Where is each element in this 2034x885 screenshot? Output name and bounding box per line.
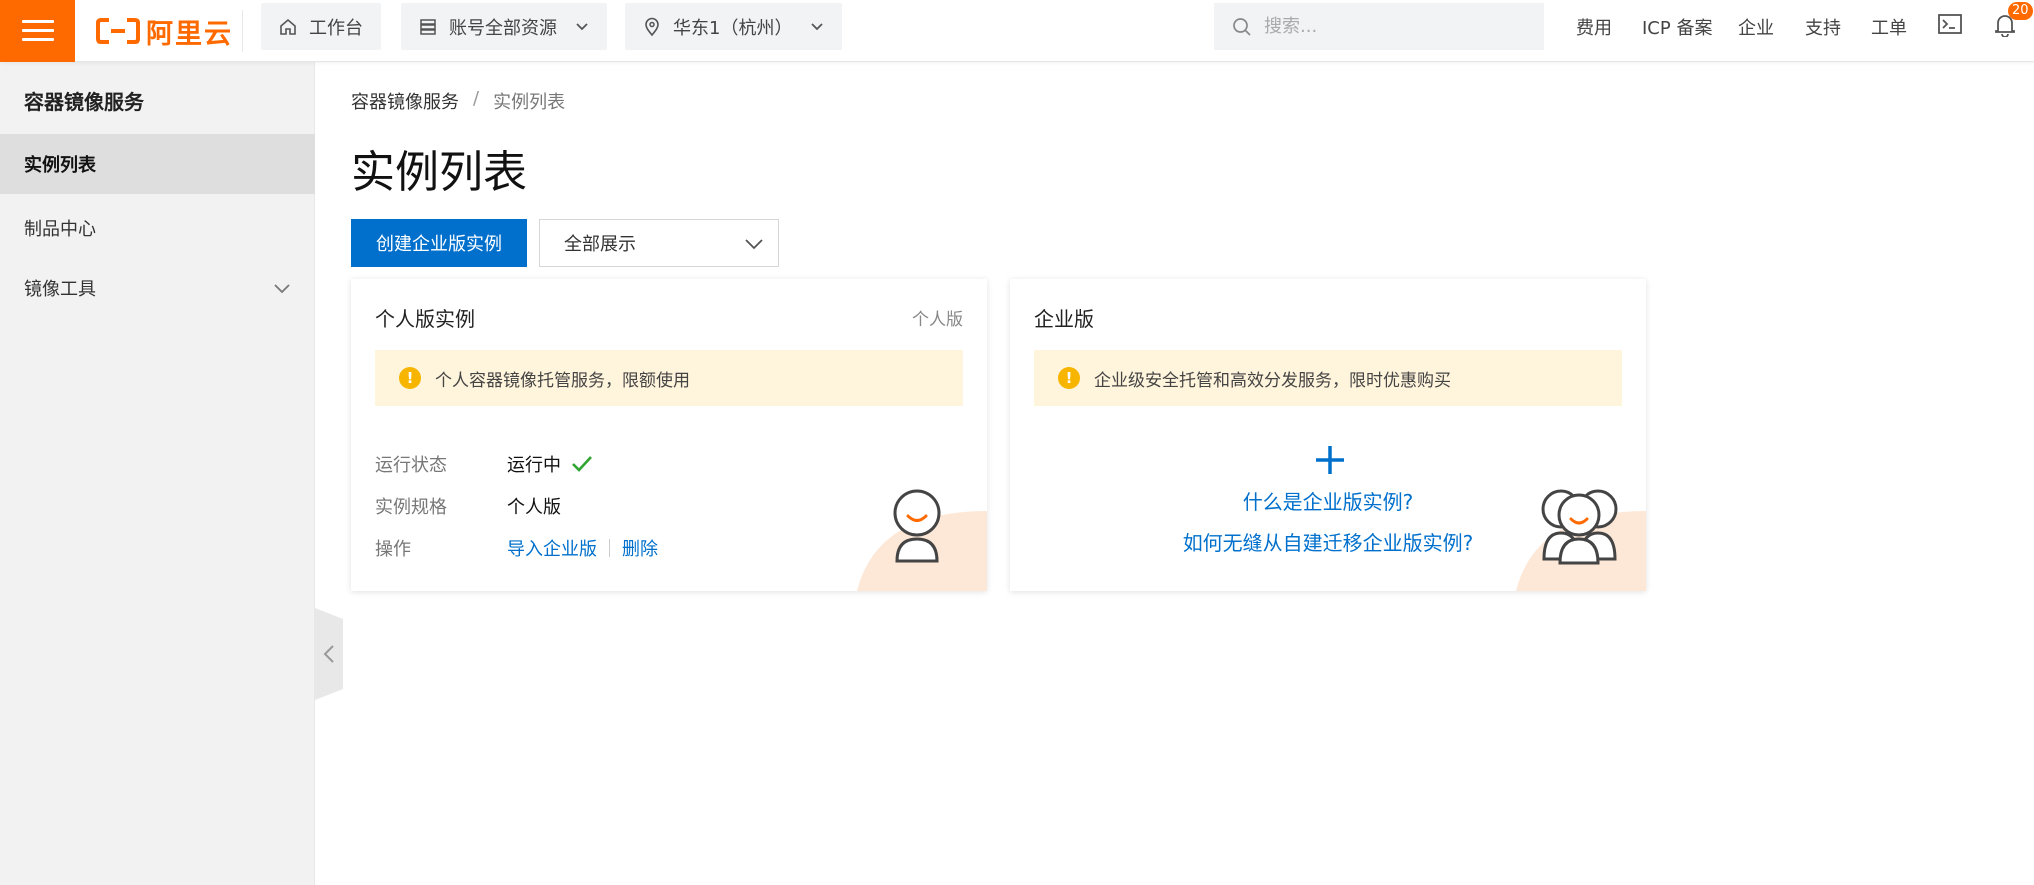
- region-label: 华东1（杭州）: [673, 17, 793, 39]
- chevron-down-icon: [576, 22, 588, 30]
- single-user-illustration: [857, 489, 987, 591]
- nav-enterprise[interactable]: 企业: [1738, 14, 1774, 40]
- notice-text: 企业级安全托管和高效分发服务，限时优惠购买: [1094, 370, 1451, 391]
- notice-banner: ! 企业级安全托管和高效分发服务，限时优惠购买: [1034, 350, 1622, 406]
- hamburger-menu-button[interactable]: [0, 0, 75, 62]
- edition-tag: 个人版: [912, 310, 963, 330]
- region-dropdown[interactable]: 华东1（杭州）: [625, 3, 843, 50]
- nav-icp-filing[interactable]: ICP 备案: [1642, 14, 1712, 40]
- top-navigation-bar: 阿里云 工作台 账号全部资源 华东1（杭州） 费用 ICP 备案 企业 支持 工…: [0, 0, 2034, 62]
- chevron-down-icon: [811, 22, 824, 30]
- workbench-button[interactable]: 工作台: [261, 3, 381, 50]
- aliyun-logo-icon: [96, 18, 140, 44]
- create-enterprise-instance-button[interactable]: 创建企业版实例: [351, 219, 527, 267]
- spec-value: 个人版: [507, 497, 561, 518]
- warning-icon: !: [399, 367, 421, 389]
- filter-select[interactable]: 全部展示: [539, 219, 779, 267]
- sidebar-item-artifacts[interactable]: 制品中心: [0, 198, 315, 258]
- global-search[interactable]: [1214, 3, 1544, 50]
- status-label: 运行状态: [375, 455, 447, 476]
- server-icon: [420, 18, 436, 35]
- notice-banner: ! 个人容器镜像托管服务，限额使用: [375, 350, 963, 406]
- breadcrumb-current: 实例列表: [493, 92, 566, 113]
- filter-select-value: 全部展示: [564, 234, 636, 255]
- sidebar-item-image-tools[interactable]: 镜像工具: [0, 258, 315, 318]
- resources-label: 账号全部资源: [449, 17, 557, 39]
- search-icon: [1233, 17, 1251, 36]
- aliyun-logo[interactable]: 阿里云: [96, 12, 233, 50]
- sidebar-item-instances[interactable]: 实例列表: [0, 134, 315, 194]
- enterprise-instance-card: 企业版 ! 企业级安全托管和高效分发服务，限时优惠购买 什么是企业版实例? 如何…: [1010, 279, 1646, 591]
- logo-text: 阿里云: [146, 18, 233, 50]
- notice-text: 个人容器镜像托管服务，限额使用: [435, 370, 690, 391]
- spec-label: 实例规格: [375, 497, 447, 518]
- nav-support[interactable]: 支持: [1805, 14, 1841, 40]
- nav-billing[interactable]: 费用: [1576, 14, 1612, 40]
- home-icon: [280, 18, 296, 35]
- status-value: 运行中: [507, 451, 593, 477]
- divider: [242, 10, 243, 52]
- plus-icon[interactable]: [1315, 445, 1345, 475]
- sidebar-collapse-handle[interactable]: [315, 608, 343, 700]
- operations-label: 操作: [375, 539, 411, 560]
- breadcrumb: 容器镜像服务 / 实例列表: [351, 88, 565, 114]
- warning-icon: !: [1058, 367, 1080, 389]
- workbench-label: 工作台: [309, 17, 363, 39]
- resources-dropdown[interactable]: 账号全部资源: [401, 3, 607, 50]
- operations-links: 导入企业版 删除: [507, 535, 658, 561]
- personal-instance-card: 个人版实例 个人版 ! 个人容器镜像托管服务，限额使用 运行状态 运行中 实例规…: [351, 279, 987, 591]
- sidebar-item-label: 实例列表: [24, 155, 96, 176]
- chevron-left-icon: [323, 645, 334, 663]
- card-title: 个人版实例: [375, 307, 475, 331]
- nav-ticket[interactable]: 工单: [1871, 14, 1907, 40]
- check-icon: [572, 456, 592, 472]
- team-users-illustration: [1516, 489, 1646, 591]
- card-title: 企业版: [1034, 307, 1094, 331]
- breadcrumb-root[interactable]: 容器镜像服务: [351, 88, 459, 114]
- menu-icon: [21, 20, 54, 42]
- page-title: 实例列表: [351, 147, 527, 198]
- chevron-down-icon: [274, 284, 290, 294]
- sidebar-item-label: 镜像工具: [24, 279, 96, 300]
- location-pin-icon: [645, 17, 659, 36]
- status-text: 运行中: [507, 455, 561, 476]
- sidebar: 容器镜像服务 实例列表 制品中心 镜像工具: [0, 62, 315, 885]
- search-input[interactable]: [1264, 16, 1524, 37]
- breadcrumb-separator: /: [473, 88, 480, 109]
- terminal-icon[interactable]: [1938, 14, 1962, 34]
- chevron-down-icon: [745, 239, 763, 250]
- sidebar-item-label: 制品中心: [24, 219, 96, 240]
- delete-link[interactable]: 删除: [622, 535, 658, 561]
- import-enterprise-link[interactable]: 导入企业版: [507, 535, 597, 561]
- notification-badge: 20: [2008, 2, 2033, 20]
- divider: [609, 539, 610, 557]
- sidebar-title: 容器镜像服务: [24, 90, 144, 114]
